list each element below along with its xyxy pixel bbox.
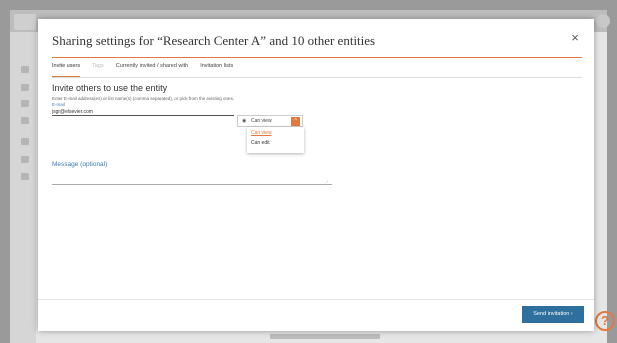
tab-tags: Tags — [92, 63, 104, 69]
permission-value: Can view — [251, 118, 272, 124]
sharing-settings-dialog: Sharing settings for “Research Center A”… — [38, 19, 594, 331]
email-label: E-mail — [52, 102, 65, 107]
sidebar-icon — [21, 138, 29, 145]
resize-handle-icon[interactable]: ∕ — [327, 179, 332, 184]
tab-invite-users[interactable]: Invite users — [52, 63, 81, 77]
message-field[interactable] — [52, 170, 332, 185]
send-invitation-button[interactable]: Send invitation › — [522, 306, 584, 323]
email-field[interactable] — [52, 108, 234, 116]
sidebar-icon — [21, 173, 29, 180]
chevron-up-icon[interactable]: ^ — [291, 116, 300, 126]
sidebar-icon — [21, 84, 29, 91]
permission-dropdown: Can view Can edit — [247, 127, 304, 153]
dialog-title: Sharing settings for “Research Center A”… — [52, 33, 376, 48]
sidebar-icon — [21, 66, 29, 73]
sidebar-icon — [21, 156, 29, 163]
message-label: Message (optional) — [52, 161, 108, 168]
user-icon — [596, 14, 610, 28]
tab-bar: Invite users Tags Currently invited / sh… — [52, 63, 233, 77]
option-can-edit[interactable]: Can edit — [251, 140, 270, 146]
tab-invitation-lists[interactable]: Invitation lists — [200, 63, 233, 77]
footer-divider — [38, 299, 594, 300]
option-can-view[interactable]: Can view — [251, 130, 272, 136]
background-logo — [14, 14, 36, 30]
background-sidebar — [10, 32, 36, 343]
help-text: Enter E-mail address(es) or list name(s)… — [52, 96, 235, 101]
tabs-divider — [52, 77, 582, 78]
permission-select[interactable]: ◉ Can view ^ — [237, 115, 303, 127]
help-icon[interactable]: ? — [595, 311, 615, 331]
title-divider — [52, 57, 582, 58]
background-footer — [270, 334, 380, 339]
eye-icon: ◉ — [242, 118, 247, 124]
sidebar-icon — [21, 100, 29, 107]
sidebar-icon — [21, 117, 29, 124]
section-heading: Invite others to use the entity — [52, 83, 168, 93]
tab-currently-invited[interactable]: Currently invited / shared with — [116, 63, 188, 77]
close-icon[interactable]: × — [568, 31, 582, 45]
